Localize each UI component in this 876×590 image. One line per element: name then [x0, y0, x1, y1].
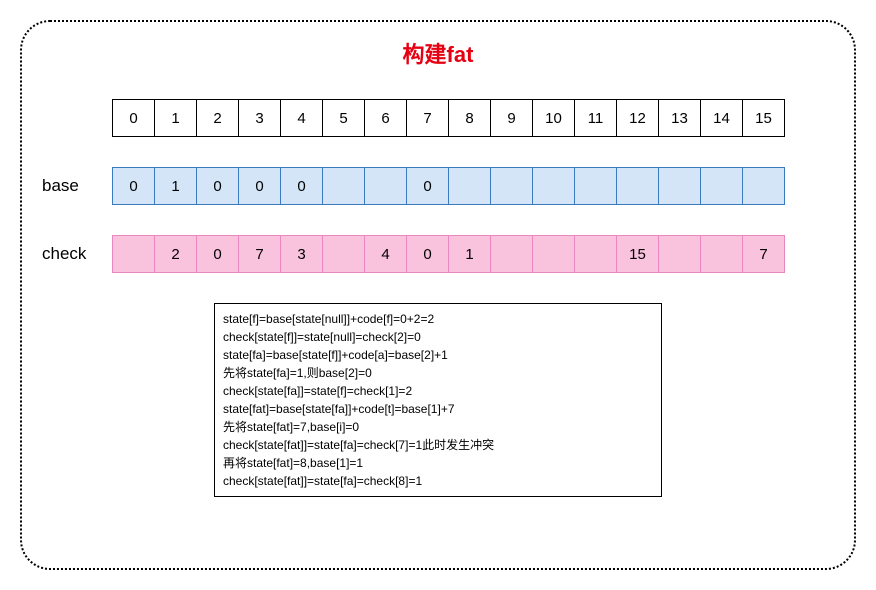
array-cell: [700, 167, 743, 205]
base-row-wrapper: base 010000: [22, 167, 854, 205]
array-cell: [574, 167, 617, 205]
diagram-title: 构建fat: [22, 37, 854, 69]
array-cell: 5: [322, 99, 365, 137]
array-cell: [532, 167, 575, 205]
array-cell: [532, 235, 575, 273]
index-array: 0123456789101112131415: [112, 99, 785, 137]
array-cell: 4: [364, 235, 407, 273]
array-cell: 0: [112, 167, 155, 205]
array-cell: 1: [448, 235, 491, 273]
array-cell: 3: [238, 99, 281, 137]
textbox-line: state[fa]=base[state[f]]+code[a]=base[2]…: [223, 346, 653, 364]
array-cell: [364, 167, 407, 205]
array-cell: 2: [196, 99, 239, 137]
array-cell: 0: [406, 235, 449, 273]
array-cell: 9: [490, 99, 533, 137]
check-array: 2073401157: [112, 235, 785, 273]
check-row-wrapper: check 2073401157: [22, 235, 854, 273]
textbox-line: 先将state[fat]=7,base[i]=0: [223, 418, 653, 436]
array-cell: 14: [700, 99, 743, 137]
array-cell: 12: [616, 99, 659, 137]
array-cell: [448, 167, 491, 205]
array-cell: [490, 167, 533, 205]
array-cell: 3: [280, 235, 323, 273]
array-cell: 1: [154, 167, 197, 205]
textbox-line: check[state[fa]]=state[f]=check[1]=2: [223, 382, 653, 400]
array-cell: 7: [238, 235, 281, 273]
array-cell: 7: [742, 235, 785, 273]
array-cell: 11: [574, 99, 617, 137]
textbox-line: 再将state[fat]=8,base[1]=1: [223, 454, 653, 472]
textbox-line: state[fat]=base[state[fa]]+code[t]=base[…: [223, 400, 653, 418]
textbox-line: check[state[fat]]=state[fa]=check[7]=1此时…: [223, 436, 653, 454]
array-cell: 15: [742, 99, 785, 137]
array-cell: [616, 167, 659, 205]
array-cell: 8: [448, 99, 491, 137]
array-cell: [574, 235, 617, 273]
textbox-line: check[state[f]]=state[null]=check[2]=0: [223, 328, 653, 346]
array-cell: 0: [406, 167, 449, 205]
base-label: base: [42, 176, 112, 196]
array-cell: [700, 235, 743, 273]
array-cell: [490, 235, 533, 273]
array-cell: 0: [196, 167, 239, 205]
array-cell: [658, 235, 701, 273]
array-cell: [112, 235, 155, 273]
array-cell: [742, 167, 785, 205]
array-cell: 0: [238, 167, 281, 205]
array-cell: [658, 167, 701, 205]
array-cell: 0: [280, 167, 323, 205]
array-cell: 4: [280, 99, 323, 137]
base-array: 010000: [112, 167, 785, 205]
array-cell: [322, 167, 365, 205]
diagram-container: 构建fat 0123456789101112131415 base 010000…: [20, 20, 856, 570]
array-cell: 0: [196, 235, 239, 273]
array-cell: 2: [154, 235, 197, 273]
textbox-line: state[f]=base[state[null]]+code[f]=0+2=2: [223, 310, 653, 328]
textbox-line: 先将state[fa]=1,则base[2]=0: [223, 364, 653, 382]
textbox-line: check[state[fat]]=state[fa]=check[8]=1: [223, 472, 653, 490]
array-cell: 1: [154, 99, 197, 137]
array-cell: [322, 235, 365, 273]
array-cell: 7: [406, 99, 449, 137]
array-cell: 15: [616, 235, 659, 273]
array-cell: 13: [658, 99, 701, 137]
explanation-textbox: state[f]=base[state[null]]+code[f]=0+2=2…: [214, 303, 662, 497]
check-label: check: [42, 244, 112, 264]
index-row-wrapper: 0123456789101112131415: [22, 99, 854, 137]
array-cell: 0: [112, 99, 155, 137]
array-cell: 6: [364, 99, 407, 137]
array-cell: 10: [532, 99, 575, 137]
